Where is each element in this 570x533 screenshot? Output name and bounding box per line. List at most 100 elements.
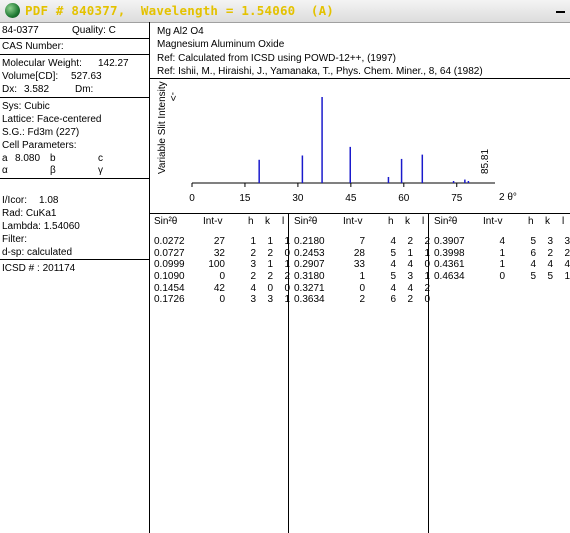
table-cell: 0.2180 xyxy=(294,236,325,247)
table-cell: 5 xyxy=(530,236,536,247)
pdf-card-window: PDF # 840377, Wavelength = 1.54060 (A) 8… xyxy=(0,0,570,533)
table-cell: 2 xyxy=(407,236,413,247)
table-row: 0.3634 2 6 2 0 xyxy=(294,294,430,306)
divider xyxy=(0,54,149,55)
reflection-table-1: Sin²θ Int-v h k l 0.0272 27 1 1 1 0.0727 32 2 2 0 0.099… xyxy=(154,216,290,306)
d-spacing: d-sp: calculated xyxy=(2,247,73,258)
cell-gamma-label: γ xyxy=(98,165,103,176)
table-cell: 0.4634 xyxy=(434,271,465,283)
table-cell: 32 xyxy=(213,247,225,259)
table-cell: 0.3180 xyxy=(294,271,325,283)
table-cell: 0.4361 xyxy=(434,259,465,271)
cell-a-value: 8.080 xyxy=(15,153,41,164)
table-cell: 2 xyxy=(250,247,256,259)
table-cell: 0 xyxy=(284,282,290,294)
column-header: h xyxy=(388,216,394,227)
divider xyxy=(0,38,149,39)
table-row: 0.2453 28 5 1 1 xyxy=(294,247,430,260)
dm-label: Dm: xyxy=(75,84,94,95)
chemical-formula: Mg Al2 O4 xyxy=(157,26,204,37)
x-tick-label: 0 xyxy=(189,193,195,204)
table-cell: 1 xyxy=(499,259,505,271)
table-cell: 1 xyxy=(267,259,273,271)
table-cell: 0 xyxy=(499,271,505,283)
table-cell: 0.3271 xyxy=(294,282,325,294)
table-cell: 0 xyxy=(359,282,365,294)
table-cell: 3 xyxy=(250,259,256,271)
table-cell: 0.2907 xyxy=(294,259,325,271)
table-cell: 4 xyxy=(407,259,413,271)
table-cell: 3 xyxy=(407,271,413,283)
x-tick-label: 30 xyxy=(292,193,304,204)
table-row: 0.2907 33 4 4 0 xyxy=(294,259,430,271)
table-cell: 0 xyxy=(267,282,273,294)
table-header: Sin²θ Int-v h k l xyxy=(434,216,564,236)
column-header: Int-v xyxy=(343,216,363,227)
table-row: 0.1726 0 3 3 1 xyxy=(154,294,290,306)
table-cell: 33 xyxy=(353,259,365,271)
table-cell: 5 xyxy=(547,271,553,283)
table-row: 0.0727 32 2 2 0 xyxy=(154,247,290,260)
table-cell: 0 xyxy=(424,259,430,271)
title-bar[interactable]: PDF # 840377, Wavelength = 1.54060 (A) xyxy=(0,0,570,23)
lambda: Lambda: 1.54060 xyxy=(2,221,80,232)
table-cell: 1 xyxy=(284,294,290,306)
reference-block: Mg Al2 O4 Magnesium Aluminum Oxide Ref: … xyxy=(157,25,483,78)
table-cell: 4 xyxy=(547,259,553,271)
minimize-icon xyxy=(556,11,565,13)
table-cell: 27 xyxy=(213,236,225,247)
column-header: l xyxy=(422,216,425,227)
table-cell: 3 xyxy=(564,236,570,247)
table-cell: 0.2453 xyxy=(294,247,325,259)
table-cell: 2 xyxy=(267,247,273,259)
divider xyxy=(150,213,570,214)
x-tick-label: 75 xyxy=(451,193,463,204)
table-cell: 1 xyxy=(284,236,290,247)
cas-number: CAS Number: xyxy=(2,41,64,52)
quality: Quality: C xyxy=(72,25,116,36)
table-cell: 5 xyxy=(390,271,396,283)
table-row: 0.3998 1 6 2 2 xyxy=(434,247,570,260)
table-cell: 28 xyxy=(353,247,365,259)
table-cell: 0 xyxy=(219,294,225,306)
table-cell: 1 xyxy=(499,247,505,259)
table-cell: 2 xyxy=(564,247,570,259)
table-cell: 4 xyxy=(390,259,396,271)
table-cell: 3 xyxy=(547,236,553,247)
cell-c-label: c xyxy=(98,153,103,164)
radiation: Rad: CuKa1 xyxy=(2,208,57,219)
column-header: h xyxy=(248,216,254,227)
volume-value: 527.63 xyxy=(71,71,102,82)
column-header: k xyxy=(265,216,270,227)
table-cell: 2 xyxy=(424,236,430,247)
table-cell: 0.0999 xyxy=(154,259,185,271)
table-cell: 2 xyxy=(250,271,256,283)
table-cell: 4 xyxy=(390,236,396,247)
dx-label: Dx: xyxy=(2,84,17,95)
window-title: PDF # 840377, Wavelength = 1.54060 (A) xyxy=(25,3,335,18)
table-cell: 4 xyxy=(407,282,413,294)
table-cell: 4 xyxy=(499,236,505,247)
table-row: 0.3180 1 5 3 1 xyxy=(294,271,430,283)
table-cell: 4 xyxy=(390,282,396,294)
table-header: Sin²θ Int-v h k l xyxy=(294,216,424,236)
table-cell: 2 xyxy=(267,271,273,283)
table-cell: 1 xyxy=(424,271,430,283)
column-header: Sin²θ xyxy=(154,216,178,227)
table-row: 0.0999 100 3 1 1 xyxy=(154,259,290,271)
table-cell: 0.3907 xyxy=(434,236,465,247)
minimize-button[interactable] xyxy=(554,0,568,18)
column-header: k xyxy=(405,216,410,227)
filter: Filter: xyxy=(2,234,27,245)
lattice: Lattice: Face-centered xyxy=(2,114,102,125)
column-header: Sin²θ xyxy=(294,216,318,227)
mol-weight-label: Molecular Weight: xyxy=(2,58,82,69)
cell-parameters-label: Cell Parameters: xyxy=(2,140,77,151)
table-row: 0.2180 7 4 2 2 xyxy=(294,236,430,248)
table-cell: 1 xyxy=(284,259,290,271)
table-cell: 0.1726 xyxy=(154,294,185,306)
table-cell: 1 xyxy=(407,247,413,259)
table-cell: 3 xyxy=(267,294,273,306)
pdf-number: 84-0377 xyxy=(2,25,39,36)
table-cell: 1 xyxy=(267,236,273,247)
